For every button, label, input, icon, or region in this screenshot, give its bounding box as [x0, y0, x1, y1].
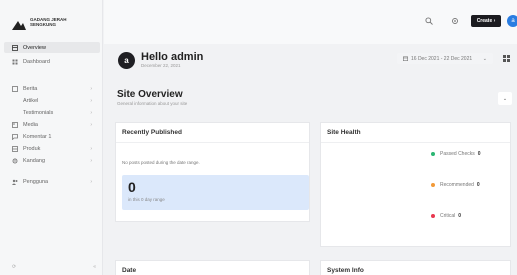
comment-icon	[12, 133, 18, 140]
sidebar-footer: ⟳ «	[12, 264, 96, 270]
card-title: Date	[122, 267, 137, 274]
date-range-label: 16 Dec 2021 - 22 Dec 2021	[411, 55, 473, 62]
divider	[321, 142, 510, 143]
published-count-label: in this 0 day range	[128, 197, 165, 202]
health-count: 0	[458, 213, 462, 219]
date-range-picker[interactable]: 16 Dec 2021 - 22 Dec 2021 ⌄	[397, 53, 493, 64]
dashboard-icon	[12, 59, 18, 65]
sidebar-item-overview[interactable]: Overview	[4, 42, 100, 53]
overview-icon	[12, 44, 18, 51]
chevron-right-icon: ›	[90, 85, 92, 92]
sidebar-item-testimonials[interactable]: Testimonials ›	[4, 107, 100, 118]
empty-state-text: No posts posted during the date range.	[122, 160, 200, 165]
published-count: 0	[128, 179, 136, 195]
news-icon	[12, 85, 18, 92]
chevron-right-icon: ›	[90, 121, 92, 128]
health-label: Passed Checks	[440, 151, 475, 157]
search-icon[interactable]	[424, 16, 434, 26]
status-dot	[431, 214, 435, 218]
health-row-passed: Passed Checks 0	[431, 151, 481, 157]
site-health-card: Site Health Passed Checks 0 Recommended …	[320, 122, 511, 247]
product-icon	[12, 145, 18, 152]
settings-icon[interactable]: ⟳	[12, 264, 16, 270]
topbar: Create › a	[104, 0, 517, 44]
sidebar-item-kandang[interactable]: Kandang ›	[4, 155, 100, 166]
brand-logo[interactable]: GADANG JERAH SENGKUNG	[12, 12, 72, 32]
sidebar-item-label: Kandang	[23, 157, 46, 164]
divider	[116, 142, 309, 143]
date-card: Date	[115, 260, 310, 275]
create-button[interactable]: Create ›	[471, 15, 501, 27]
card-title: Site Health	[327, 129, 361, 136]
greeting-title: Hello admin	[141, 51, 204, 63]
sidebar-item-label: Komentar 1	[23, 133, 52, 140]
chevron-right-icon: ›	[90, 109, 92, 116]
sidebar-item-media[interactable]: Media ›	[4, 119, 100, 130]
sidebar-item-label: Dashboard	[23, 58, 50, 65]
health-count: 0	[476, 182, 480, 188]
sidebar-item-berita[interactable]: Berita ›	[4, 83, 100, 94]
chevron-down-icon: ⌄	[482, 55, 487, 62]
section-title: Site Overview	[117, 89, 183, 100]
sidebar-item-label: Testimonials	[23, 109, 54, 116]
greeting-date: December 22, 2021	[141, 63, 181, 68]
media-icon	[12, 121, 18, 128]
health-row-recommended: Recommended 0	[431, 182, 480, 188]
collapse-sidebar-icon[interactable]: «	[93, 264, 96, 270]
recently-published-card: Recently Published No posts posted durin…	[115, 122, 310, 222]
chevron-right-icon: ›	[90, 178, 92, 185]
status-dot	[431, 152, 435, 156]
brand-name: GADANG JERAH SENGKUNG	[30, 17, 67, 27]
chevron-right-icon: ›	[90, 97, 92, 104]
sidebar: GADANG JERAH SENGKUNG Overview Dashboard…	[0, 0, 103, 275]
logo-mark-icon	[12, 17, 26, 30]
sidebar-item-produk[interactable]: Produk ›	[4, 143, 100, 154]
sidebar-item-label: Artikel	[23, 97, 39, 104]
card-title: Recently Published	[122, 129, 182, 136]
sidebar-item-pengguna[interactable]: Pengguna ›	[4, 176, 100, 187]
sidebar-item-label: Pengguna	[23, 178, 49, 185]
health-row-critical: Critical 0	[431, 213, 461, 219]
health-count: 0	[477, 151, 481, 157]
sidebar-item-artikel[interactable]: Artikel ›	[4, 95, 100, 106]
gear-icon	[12, 158, 18, 164]
section-subtitle: General information about your site	[117, 101, 188, 106]
sidebar-item-label: Overview	[23, 44, 46, 51]
user-avatar[interactable]: a	[507, 15, 517, 27]
users-icon	[12, 179, 18, 185]
sidebar-item-label: Media	[23, 121, 38, 128]
status-dot	[431, 183, 435, 187]
health-label: Critical	[440, 213, 456, 219]
admin-avatar: a	[118, 52, 135, 69]
health-label: Recommended	[440, 182, 474, 188]
layout-grid-icon[interactable]	[500, 53, 512, 64]
sidebar-item-label: Produk	[23, 145, 41, 152]
collapse-button[interactable]: ⌄	[498, 92, 512, 105]
sidebar-item-komentar[interactable]: Komentar 1	[4, 131, 100, 142]
chevron-right-icon: ›	[90, 145, 92, 152]
sidebar-item-dashboard[interactable]: Dashboard	[4, 56, 100, 67]
settings-gear-icon[interactable]	[450, 16, 460, 26]
published-stat-box: 0 in this 0 day range	[122, 175, 309, 210]
calendar-icon	[403, 56, 408, 61]
sidebar-item-label: Berita	[23, 85, 38, 92]
system-info-card: System Info	[320, 260, 511, 275]
chevron-right-icon: ›	[90, 157, 92, 164]
card-title: System Info	[327, 267, 364, 274]
